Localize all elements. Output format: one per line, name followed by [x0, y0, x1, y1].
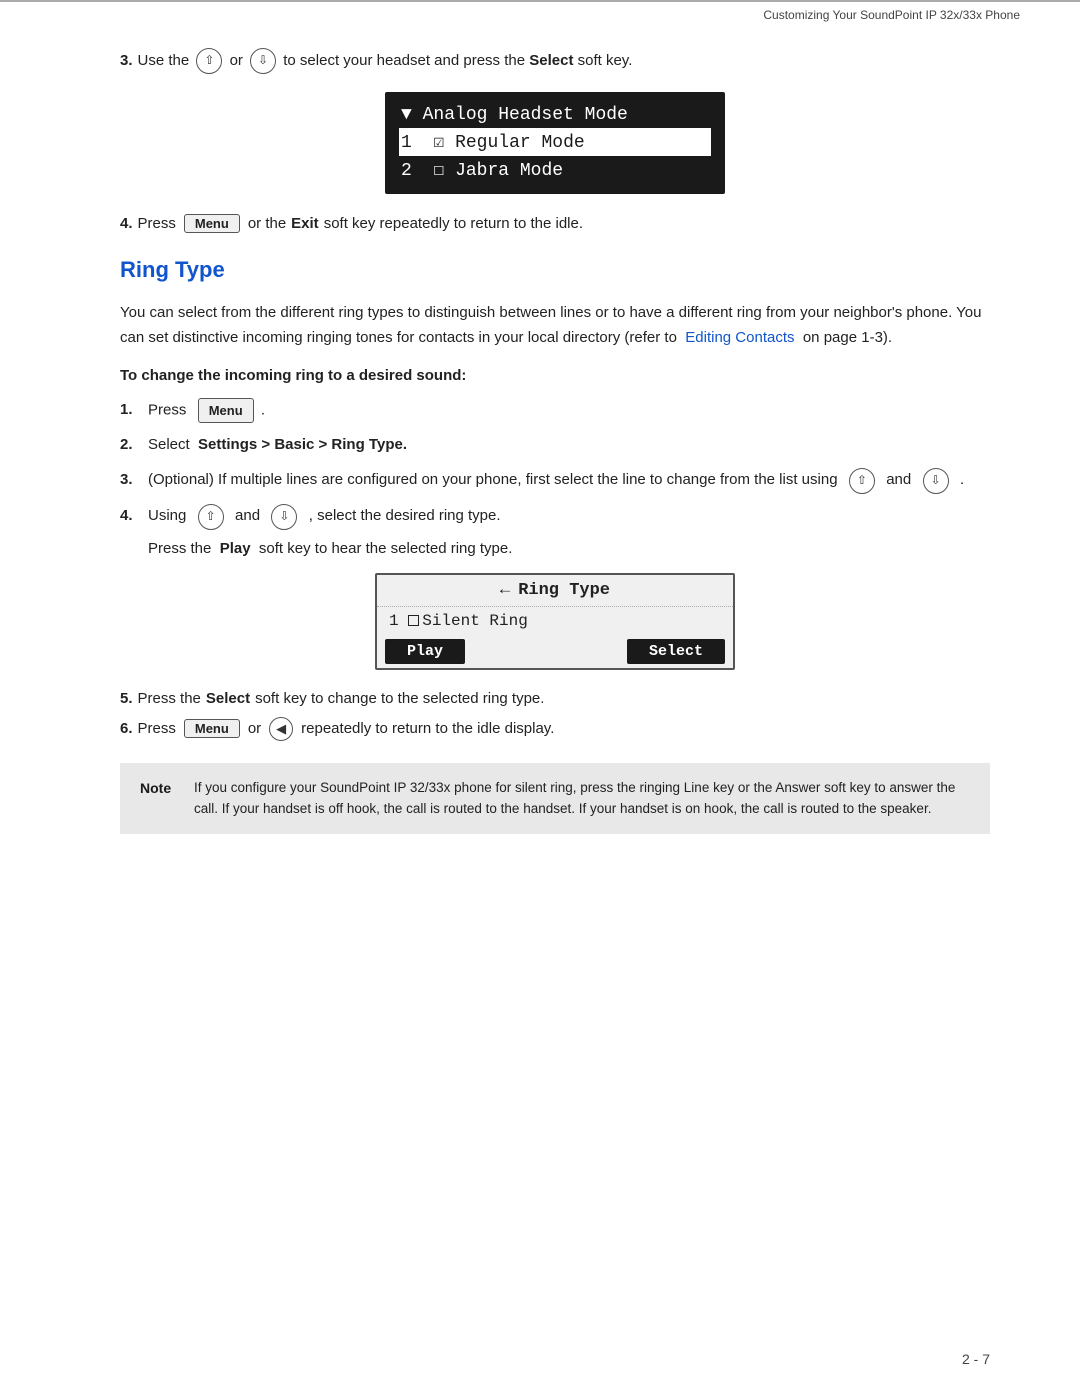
- step4-text-end: soft key repeatedly to return to the idl…: [324, 215, 583, 232]
- step5: 5. Press the Select soft key to change t…: [120, 690, 990, 707]
- ring-step2-num: 2.: [120, 433, 148, 458]
- ring-item1-label: Silent Ring: [422, 612, 528, 630]
- ring-screen-title: ← Ring Type: [377, 575, 733, 607]
- ring-step1-num: 1.: [120, 398, 148, 423]
- screen-title-row: ▼ Analog Headset Mode: [399, 102, 711, 128]
- note-label: Note: [140, 777, 178, 820]
- step3-text-after: to select your headset and press the: [283, 49, 525, 73]
- screen-item-2: 2 ☐ Jabra Mode: [399, 156, 711, 184]
- step6-after: repeatedly to return to the idle display…: [301, 720, 554, 737]
- step3-text-end: soft key.: [578, 49, 633, 73]
- play-bold: Play: [220, 540, 251, 557]
- step5-text: Press the: [138, 690, 201, 707]
- step3-select-bold: Select: [529, 49, 573, 73]
- step6: 6. Press Menu or ◀ repeatedly to return …: [120, 717, 990, 741]
- screen-item-1: 1 ☑ Regular Mode: [399, 128, 711, 156]
- play-press-text: Press the: [148, 540, 211, 557]
- ring-step1-text: Press: [148, 401, 186, 418]
- step3-top: 3. Use the ⇧ or ⇩ to select your headset…: [120, 48, 990, 74]
- ring-step2-body: Select Settings > Basic > Ring Type.: [148, 433, 990, 458]
- ring-step-3: 3. (Optional) If multiple lines are conf…: [120, 468, 990, 494]
- step5-num: 5.: [120, 690, 133, 707]
- item1-label: Regular Mode: [455, 133, 585, 153]
- step4-text-before: Press: [138, 215, 176, 232]
- step5-select-bold: Select: [206, 690, 250, 707]
- header-title: Customizing Your SoundPoint IP 32x/33x P…: [763, 8, 1020, 22]
- ring-step3-body: (Optional) If multiple lines are configu…: [148, 468, 990, 494]
- ring-step4-body: Using ⇧ and ⇩ , select the desired ring …: [148, 504, 990, 530]
- ring-step4-end: , select the desired ring type.: [309, 507, 501, 524]
- step6-num: 6.: [120, 720, 133, 737]
- down-arrow-step4: ⇩: [271, 504, 297, 530]
- screen-title-text: Analog Headset Mode: [423, 105, 628, 125]
- ring-step2-bold: Settings > Basic > Ring Type.: [198, 436, 407, 453]
- ring-step4-and: and: [235, 507, 260, 524]
- back-arrow-step6: ◀: [269, 717, 293, 741]
- up-arrow-step3: ⇧: [849, 468, 875, 494]
- up-arrow-step4: ⇧: [198, 504, 224, 530]
- softkey-bar: Play Select: [377, 635, 733, 668]
- ring-step3-num: 3.: [120, 468, 148, 494]
- body-text-2: on page 1-3).: [803, 329, 892, 346]
- play-softkey[interactable]: Play: [385, 639, 465, 664]
- ring-step1-after: .: [261, 401, 265, 418]
- ring-item1-num: 1: [389, 612, 399, 630]
- ring-type-steps: 1. Press Menu . 2. Select Settings > Bas…: [120, 398, 990, 530]
- ring-type-screen: ← Ring Type 1 Silent Ring Play Select: [375, 573, 735, 670]
- up-arrow-icon: ⇧: [196, 48, 222, 74]
- page-header: Customizing Your SoundPoint IP 32x/33x P…: [0, 0, 1080, 28]
- ring-type-body: You can select from the different ring t…: [120, 301, 990, 351]
- change-ring-subheading: To change the incoming ring to a desired…: [120, 367, 990, 384]
- ring-step-1: 1. Press Menu .: [120, 398, 990, 423]
- select-softkey[interactable]: Select: [627, 639, 725, 664]
- menu-btn-step6: Menu: [184, 719, 240, 738]
- ring-step3-and: and: [886, 471, 911, 488]
- item2-label: Jabra Mode: [455, 161, 563, 181]
- page-container: Customizing Your SoundPoint IP 32x/33x P…: [0, 0, 1080, 1397]
- note-box: Note If you configure your SoundPoint IP…: [120, 763, 990, 834]
- item2-number: 2: [401, 161, 412, 181]
- ring-step2-text: Select: [148, 436, 190, 453]
- menu-btn-step1: Menu: [198, 398, 254, 423]
- step4-number: 4.: [120, 215, 133, 232]
- step4-top: 4. Press Menu or the Exit soft key repea…: [120, 214, 990, 233]
- ring-screen-item-1: 1 Silent Ring: [377, 607, 733, 635]
- ring-step3-end: .: [960, 471, 964, 488]
- ring-screen-arrow: ←: [500, 581, 510, 600]
- down-arrow-step3: ⇩: [923, 468, 949, 494]
- ring-screen-title-text: Ring Type: [518, 581, 610, 600]
- step4-exit-bold: Exit: [291, 215, 319, 232]
- play-softkey-line: Press the Play soft key to hear the sele…: [148, 540, 990, 557]
- menu-button-top: Menu: [184, 214, 240, 233]
- content-area: 3. Use the ⇧ or ⇩ to select your headset…: [0, 28, 1080, 874]
- ring-step1-body: Press Menu .: [148, 398, 990, 423]
- step5-text-after: soft key to change to the selected ring …: [255, 690, 544, 707]
- ring-item-square-icon: [408, 615, 419, 626]
- step3-text-before: Use the: [138, 49, 190, 73]
- ring-step4-num: 4.: [120, 504, 148, 530]
- play-text-after: soft key to hear the selected ring type.: [259, 540, 512, 557]
- ring-step-4: 4. Using ⇧ and ⇩ , select the desired ri…: [120, 504, 990, 530]
- ring-step3-text: (Optional) If multiple lines are configu…: [148, 471, 838, 488]
- page-footer: 2 - 7: [962, 1351, 990, 1367]
- ring-step4-text: Using: [148, 507, 186, 524]
- step3-number: 3.: [120, 49, 133, 73]
- editing-contacts-link[interactable]: Editing Contacts: [685, 329, 794, 346]
- step6-press-text: Press: [138, 720, 176, 737]
- step4-text-after: or the: [248, 215, 286, 232]
- step3-text-or: or: [230, 49, 243, 73]
- ring-type-heading: Ring Type: [120, 257, 990, 283]
- note-text: If you configure your SoundPoint IP 32/3…: [194, 777, 970, 820]
- ring-step-2: 2. Select Settings > Basic > Ring Type.: [120, 433, 990, 458]
- headset-mode-screen: ▼ Analog Headset Mode 1 ☑ Regular Mode 2…: [385, 92, 725, 194]
- page-number: 2 - 7: [962, 1351, 990, 1367]
- down-arrow-icon: ⇩: [250, 48, 276, 74]
- item1-number: 1: [401, 133, 412, 153]
- step6-or: or: [248, 720, 261, 737]
